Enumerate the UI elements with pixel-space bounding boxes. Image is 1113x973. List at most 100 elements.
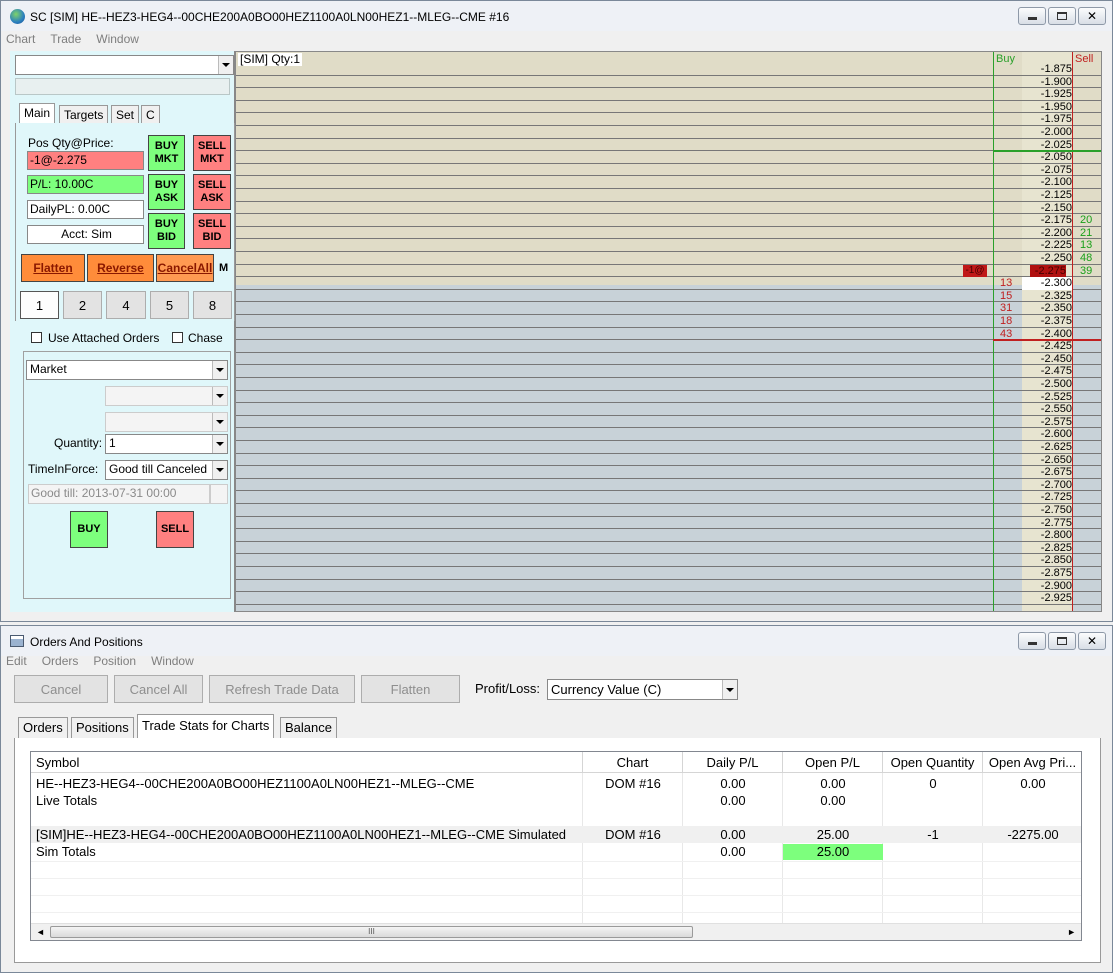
price-level[interactable]: -2.650 — [1022, 454, 1072, 467]
price-level[interactable]: -2.300 — [1022, 277, 1072, 290]
ask-size[interactable]: 13 — [1080, 239, 1092, 252]
menu-window[interactable]: Window — [151, 654, 194, 672]
orders-minimize-button[interactable] — [1018, 632, 1046, 650]
grid-cell-open-avg-price[interactable]: -2275.00 — [983, 827, 1081, 843]
grid-cell-symbol[interactable]: Sim Totals — [36, 844, 96, 860]
grid-cell-open-quantity[interactable]: -1 — [883, 827, 983, 843]
tab-orders[interactable]: Orders — [18, 717, 68, 738]
grid-cell-open-pl[interactable]: 0.00 — [783, 776, 883, 792]
column-header-open-avg-price[interactable]: Open Avg Pri... — [983, 752, 1081, 773]
tab-positions[interactable]: Positions — [71, 717, 134, 738]
reverse-button[interactable]: Reverse — [87, 254, 154, 282]
horizontal-scrollbar[interactable]: ◄ III ► — [31, 923, 1081, 940]
tab-c[interactable]: C — [141, 105, 160, 124]
qty-button-8[interactable]: 8 — [193, 291, 232, 319]
trade-stats-grid[interactable]: Symbol Chart Daily P/L Open P/L Open Quantit… — [30, 751, 1082, 941]
qty-button-4[interactable]: 4 — [106, 291, 146, 319]
minimize-button[interactable] — [1018, 7, 1046, 25]
ask-size[interactable]: 20 — [1080, 214, 1092, 227]
column-header-open-quantity[interactable]: Open Quantity — [883, 752, 983, 773]
profit-loss-select[interactable]: Currency Value (C) — [547, 679, 738, 700]
price-level[interactable]: -2.350 — [1022, 302, 1072, 315]
scroll-left-icon[interactable]: ◄ — [36, 927, 45, 937]
order-type-select[interactable]: Market — [26, 360, 228, 380]
ask-size[interactable]: 39 — [1080, 265, 1092, 278]
price-level[interactable]: -2.925 — [1022, 592, 1072, 605]
cancel-all-orders-button[interactable]: Cancel All — [114, 675, 203, 703]
grid-cell-symbol[interactable]: [SIM]HE--HEZ3-HEG4--00CHE200A0BO00HEZ110… — [36, 827, 566, 843]
dom-ladder[interactable]: [SIM] Qty:1 Buy Sell -1.875 -1.900 -1.925-… — [235, 51, 1102, 612]
qty-button-1[interactable]: 1 — [20, 291, 59, 319]
flatten-position-button[interactable]: Flatten — [361, 675, 460, 703]
dropdown-arrow[interactable] — [212, 435, 227, 453]
column-header-chart[interactable]: Chart — [583, 752, 683, 773]
refresh-trade-data-button[interactable]: Refresh Trade Data — [209, 675, 355, 703]
grid-cell-daily-pl[interactable]: 0.00 — [683, 776, 783, 792]
dropdown-arrow[interactable] — [212, 361, 227, 379]
price-level[interactable]: -2.675 — [1022, 466, 1072, 479]
price-level[interactable]: -2.600 — [1022, 428, 1072, 441]
menu-chart[interactable]: Chart — [6, 32, 35, 50]
price-level[interactable]: -2.375 — [1022, 315, 1072, 328]
price-level[interactable]: -2.725 — [1022, 491, 1072, 504]
column-header-open-pl[interactable]: Open P/L — [783, 752, 883, 773]
grid-cell-open-pl[interactable]: 25.00 — [783, 827, 883, 843]
price-level[interactable]: -2.550 — [1022, 403, 1072, 416]
price-level[interactable]: -2.850 — [1022, 554, 1072, 567]
scroll-right-icon[interactable]: ► — [1067, 927, 1076, 937]
price-level[interactable]: -2.000 — [1022, 126, 1072, 139]
sell-button[interactable]: SELL — [156, 511, 194, 548]
orders-restore-button[interactable] — [1048, 632, 1076, 650]
scroll-thumb[interactable]: III — [50, 926, 693, 938]
qty-button-5[interactable]: 5 — [150, 291, 189, 319]
sell-market-button[interactable]: SELL MKT — [193, 135, 231, 171]
price-level[interactable]: -2.175 — [1022, 214, 1072, 227]
grid-cell-daily-pl[interactable]: 0.00 — [683, 827, 783, 843]
grid-cell-chart[interactable]: DOM #16 — [583, 776, 683, 792]
grid-cell-open-pl[interactable]: 0.00 — [783, 793, 883, 809]
sell-bid-button[interactable]: SELL BID — [193, 213, 231, 249]
use-attached-checkbox[interactable] — [31, 332, 42, 343]
symbol-combo[interactable] — [15, 55, 234, 75]
price-level[interactable]: -2.200 — [1022, 227, 1072, 240]
price-level[interactable]: -2.775 — [1022, 517, 1072, 530]
close-button[interactable]: ✕ — [1078, 7, 1106, 25]
grid-cell-daily-pl[interactable]: 0.00 — [683, 793, 783, 809]
grid-cell-symbol[interactable]: HE--HEZ3-HEG4--00CHE200A0BO00HEZ1100A0LN… — [36, 776, 474, 792]
dropdown-arrow[interactable] — [212, 387, 227, 405]
grid-cell-chart[interactable]: DOM #16 — [583, 827, 683, 843]
flatten-button[interactable]: Flatten — [21, 254, 85, 282]
chase-checkbox[interactable] — [172, 332, 183, 343]
price-level[interactable]: -2.525 — [1022, 391, 1072, 404]
price-level[interactable]: -1.925 — [1022, 88, 1072, 101]
grid-cell-daily-pl[interactable]: 0.00 — [683, 844, 783, 860]
price-level[interactable]: -2.875 — [1022, 567, 1072, 580]
tab-set[interactable]: Set — [111, 105, 140, 124]
price-level[interactable]: -2.625 — [1022, 441, 1072, 454]
dropdown-arrow[interactable] — [212, 413, 227, 431]
orders-title-bar[interactable]: Orders And Positions ✕ — [1, 626, 1112, 656]
price-level[interactable]: -2.500 — [1022, 378, 1072, 391]
buy-market-button[interactable]: BUY MKT — [148, 135, 185, 171]
price-level[interactable]: -2.425 — [1022, 340, 1072, 353]
sell-ask-button[interactable]: SELL ASK — [193, 174, 231, 210]
bid-size[interactable]: 15 — [1000, 290, 1012, 303]
dropdown-arrow[interactable] — [212, 461, 227, 479]
dropdown-arrow[interactable] — [722, 680, 737, 699]
buy-button[interactable]: BUY — [70, 511, 108, 548]
chart-title-bar[interactable]: SC [SIM] HE--HEZ3-HEG4--00CHE200A0BO00HE… — [1, 1, 1112, 31]
price-level[interactable]: -2.050 — [1022, 151, 1072, 164]
tab-main[interactable]: Main — [19, 103, 56, 124]
grid-cell-open-pl[interactable]: 25.00 — [783, 844, 883, 860]
column-header-daily-pl[interactable]: Daily P/L — [683, 752, 783, 773]
tab-targets[interactable]: Targets — [59, 105, 109, 124]
ask-size[interactable]: 48 — [1080, 252, 1092, 265]
price-level[interactable]: -1.950 — [1022, 101, 1072, 114]
grid-cell-open-avg-price[interactable]: 0.00 — [983, 776, 1081, 792]
menu-window[interactable]: Window — [96, 32, 139, 50]
price-level[interactable]: -2.575 — [1022, 416, 1072, 429]
price-level[interactable]: -1.875 — [1022, 63, 1072, 76]
qty-button-2[interactable]: 2 — [63, 291, 102, 319]
restore-button[interactable] — [1048, 7, 1076, 25]
price-level[interactable]: -2.150 — [1022, 202, 1072, 215]
